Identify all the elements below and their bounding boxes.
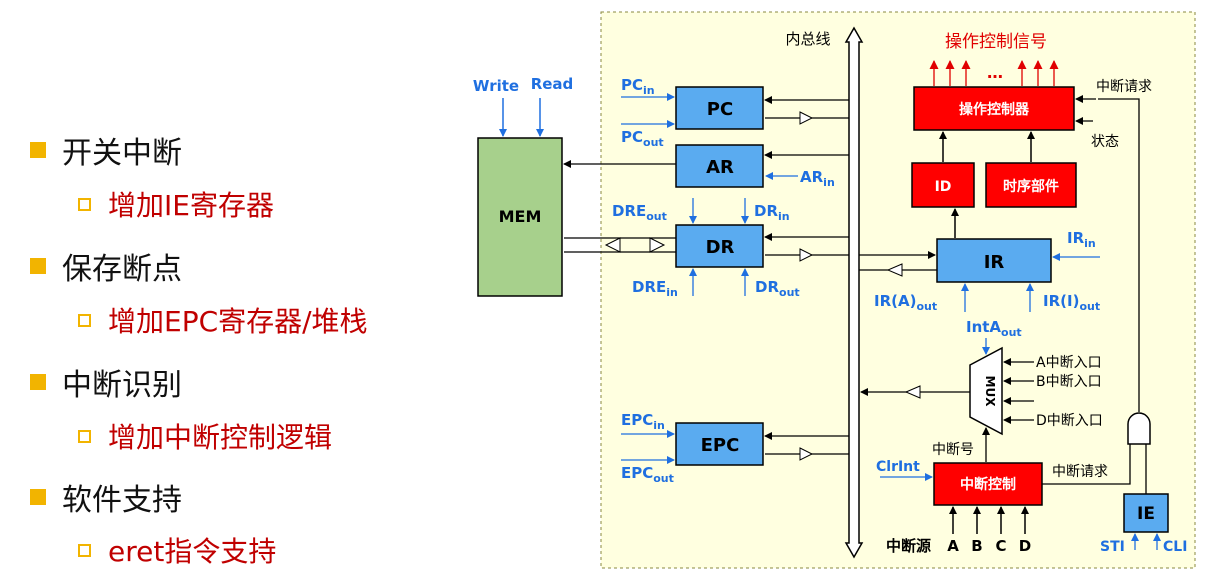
ie-label: IE bbox=[1137, 504, 1155, 524]
ir-label: IR bbox=[984, 252, 1005, 273]
op-signal-dots: … bbox=[987, 63, 1003, 82]
int-controller-label: 中断控制 bbox=[960, 476, 1016, 493]
mux-input-d-label: D中断入口 bbox=[1036, 413, 1103, 429]
id-label: ID bbox=[935, 179, 952, 195]
status-label: 状态 bbox=[1091, 134, 1119, 150]
int-source-b: B bbox=[971, 537, 982, 555]
signal-cli: CLI bbox=[1163, 539, 1187, 555]
int-request-label-top: 中断请求 bbox=[1096, 79, 1152, 95]
internal-bus bbox=[844, 26, 864, 559]
op-signals-label: 操作控制信号 bbox=[945, 32, 1047, 52]
int-source-a: A bbox=[947, 537, 959, 555]
mux-label: MUX bbox=[983, 376, 997, 408]
int-source-d: D bbox=[1019, 537, 1031, 555]
op-controller-label: 操作控制器 bbox=[959, 101, 1030, 118]
ar-label: AR bbox=[706, 157, 734, 178]
timing-label: 时序部件 bbox=[1003, 178, 1059, 195]
pc-label: PC bbox=[707, 99, 733, 120]
cpu-interrupt-diagram: 内总线 MEM Write Read PC PCin PCout AR ARin… bbox=[473, 11, 1196, 569]
int-source-c: C bbox=[995, 537, 1006, 555]
and-gate-icon bbox=[1127, 412, 1151, 445]
int-source-label: 中断源 bbox=[886, 537, 931, 555]
signal-sti: STI bbox=[1100, 539, 1125, 555]
mux-input-b-label: B中断入口 bbox=[1036, 374, 1102, 390]
int-number-label: 中断号 bbox=[932, 442, 974, 458]
epc-label: EPC bbox=[701, 435, 740, 456]
mux-input-a-label: A中断入口 bbox=[1036, 355, 1102, 371]
dr-label: DR bbox=[706, 237, 735, 258]
mem-read-label: Read bbox=[531, 75, 574, 93]
bus-label: 内总线 bbox=[785, 30, 830, 48]
mem-write-label: Write bbox=[473, 77, 519, 95]
mem-label: MEM bbox=[499, 207, 542, 226]
int-request-label-bottom: 中断请求 bbox=[1052, 464, 1108, 480]
signal-clrint: ClrInt bbox=[876, 459, 920, 475]
